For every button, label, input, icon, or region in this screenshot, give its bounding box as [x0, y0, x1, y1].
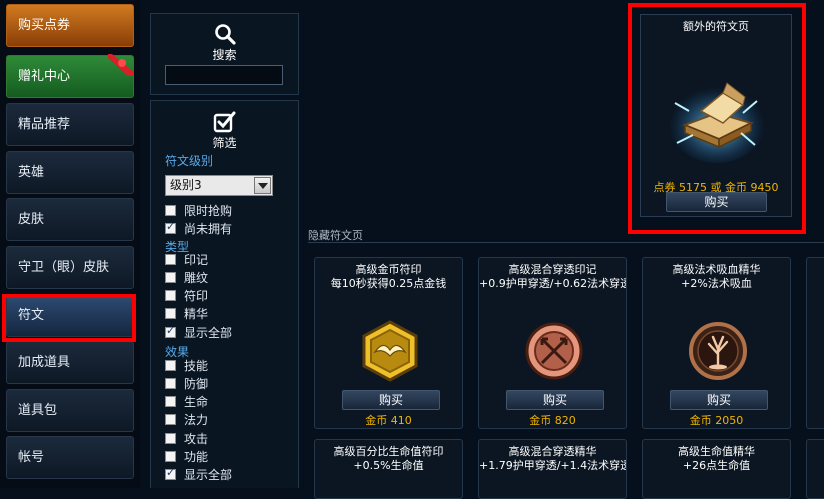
nav-item-ward-skins[interactable]: 守卫（眼）皮肤 [6, 246, 134, 289]
checkbox[interactable] [165, 308, 176, 319]
nav-item-gift-center[interactable]: 赠礼中心 [6, 54, 134, 98]
checkbox[interactable] [165, 451, 176, 462]
checkbox[interactable] [165, 378, 176, 389]
rune-book-icon [669, 82, 765, 163]
checkbox-label: 尚未拥有 [184, 222, 233, 236]
product-desc: 每10秒获得0.25点金钱 [330, 277, 447, 290]
filter-title: 筛选 [212, 136, 237, 150]
hidden-section-title: 隐藏符文页 [308, 229, 363, 242]
checkbox[interactable] [165, 290, 176, 301]
nav-item-bundles[interactable]: 道具包 [6, 389, 134, 432]
checkbox[interactable] [165, 272, 176, 283]
gift-ribbon-icon [108, 54, 134, 76]
product-desc: +0.9护甲穿透/+0.62法术穿透 [479, 277, 627, 290]
product-price: 金币 410 [365, 414, 412, 427]
filter-checkbox-icon [213, 111, 235, 133]
nav-item-label: 赠礼中心 [18, 69, 71, 84]
rune-level-select[interactable]: 级别3 [165, 175, 273, 196]
search-panel: 搜索 [150, 13, 299, 95]
checkbox-label: 符印 [184, 289, 209, 303]
product-desc: +1.79护甲穿透/+1.4法术穿透 [479, 459, 627, 472]
product-price: 金币 2050 [689, 414, 744, 427]
product-card-partial[interactable] [806, 257, 824, 429]
nav-item-label: 精品推荐 [18, 117, 71, 132]
checkbox[interactable] [165, 360, 176, 371]
section-divider [308, 242, 824, 243]
tree-quintessence-icon [689, 322, 747, 380]
checkbox[interactable] [165, 205, 176, 216]
checkbox[interactable] [165, 396, 176, 407]
product-desc: +26点生命值 [682, 459, 751, 472]
nav-item-label: 皮肤 [18, 212, 45, 227]
product-card[interactable]: 高级生命值精华 +26点生命值 [642, 439, 791, 499]
product-desc: +2%法术吸血 [681, 277, 752, 290]
search-icon[interactable] [214, 23, 236, 45]
store-nav: 购买点券 赠礼中心 精品推荐 英雄 皮肤 守卫（眼）皮肤 符文 加成道具 道具包… [0, 0, 140, 488]
checkbox-label: 功能 [184, 450, 209, 464]
search-title: 搜索 [212, 48, 237, 62]
checkbox-label: 攻击 [184, 432, 209, 446]
checkbox-label: 精华 [184, 307, 209, 321]
checkbox[interactable] [165, 220, 176, 234]
checkbox[interactable] [165, 466, 176, 480]
nav-item-buy-points[interactable]: 购买点券 [6, 4, 134, 47]
checkbox-label: 技能 [184, 359, 209, 373]
filter-panel: 筛选 符文级别 级别3 限时抢购 尚未拥有 类型 印记 雕纹 符印 精华 显示全… [150, 100, 299, 488]
chevron-down-icon[interactable] [254, 177, 271, 194]
nav-item-boosts[interactable]: 加成道具 [6, 341, 134, 384]
nav-item-account[interactable]: 帐号 [6, 436, 134, 479]
nav-item-label: 帐号 [18, 450, 45, 465]
product-desc: +0.5%生命值 [353, 459, 424, 472]
nav-item-label: 购买点券 [18, 18, 71, 33]
rune-level-label: 符文级别 [165, 154, 214, 168]
nav-item-label: 英雄 [18, 165, 45, 180]
checkbox-label: 显示全部 [184, 326, 233, 340]
winged-gold-seal-icon [362, 320, 418, 382]
product-card[interactable]: 高级金币符印 每10秒获得0.25点金钱 购买 金币 410 [314, 257, 463, 429]
buy-button[interactable]: 购买 [670, 390, 768, 410]
featured-rune-page-card[interactable]: 额外的符文页 点券 5175 或 金币 9450 购买 [640, 14, 792, 217]
product-card[interactable]: 高级法术吸血精华 +2%法术吸血 购买 金币 2050 [642, 257, 791, 429]
checkbox-label: 显示全部 [184, 468, 233, 482]
checkbox-label: 雕纹 [184, 271, 209, 285]
nav-item-runes[interactable]: 符文 [6, 294, 134, 337]
checkbox-label: 防御 [184, 377, 209, 391]
nav-item-label: 守卫（眼）皮肤 [18, 260, 110, 275]
checkbox[interactable] [165, 433, 176, 444]
checkbox[interactable] [165, 254, 176, 265]
buy-button[interactable]: 购买 [506, 390, 604, 410]
checkbox-label: 法力 [184, 413, 209, 427]
product-card[interactable]: 高级混合穿透精华 +1.79护甲穿透/+1.4法术穿透 [478, 439, 627, 499]
featured-title: 额外的符文页 [683, 20, 749, 33]
nav-item-label: 加成道具 [18, 355, 71, 370]
nav-item-champions[interactable]: 英雄 [6, 151, 134, 194]
search-input[interactable] [165, 65, 283, 85]
checkbox[interactable] [165, 324, 176, 338]
product-card[interactable]: 高级百分比生命值符印 +0.5%生命值 [314, 439, 463, 499]
product-card[interactable]: 高级混合穿透印记 +0.9护甲穿透/+0.62法术穿透 购买 金币 820 [478, 257, 627, 429]
checkbox[interactable] [165, 414, 176, 425]
buy-button[interactable]: 购买 [342, 390, 440, 410]
nav-item-label: 道具包 [18, 403, 58, 418]
nav-item-label: 符文 [18, 308, 45, 323]
nav-item-featured[interactable]: 精品推荐 [6, 103, 134, 146]
checkbox-label: 生命 [184, 395, 209, 409]
crossed-arrows-mark-icon [525, 322, 583, 380]
checkbox-label: 限时抢购 [184, 204, 233, 218]
nav-item-skins[interactable]: 皮肤 [6, 198, 134, 241]
featured-buy-button[interactable]: 购买 [666, 192, 767, 212]
product-card-partial[interactable] [806, 439, 824, 499]
product-price: 金币 820 [529, 414, 576, 427]
checkbox-label: 印记 [184, 253, 209, 267]
rune-level-value: 级别3 [170, 178, 202, 192]
